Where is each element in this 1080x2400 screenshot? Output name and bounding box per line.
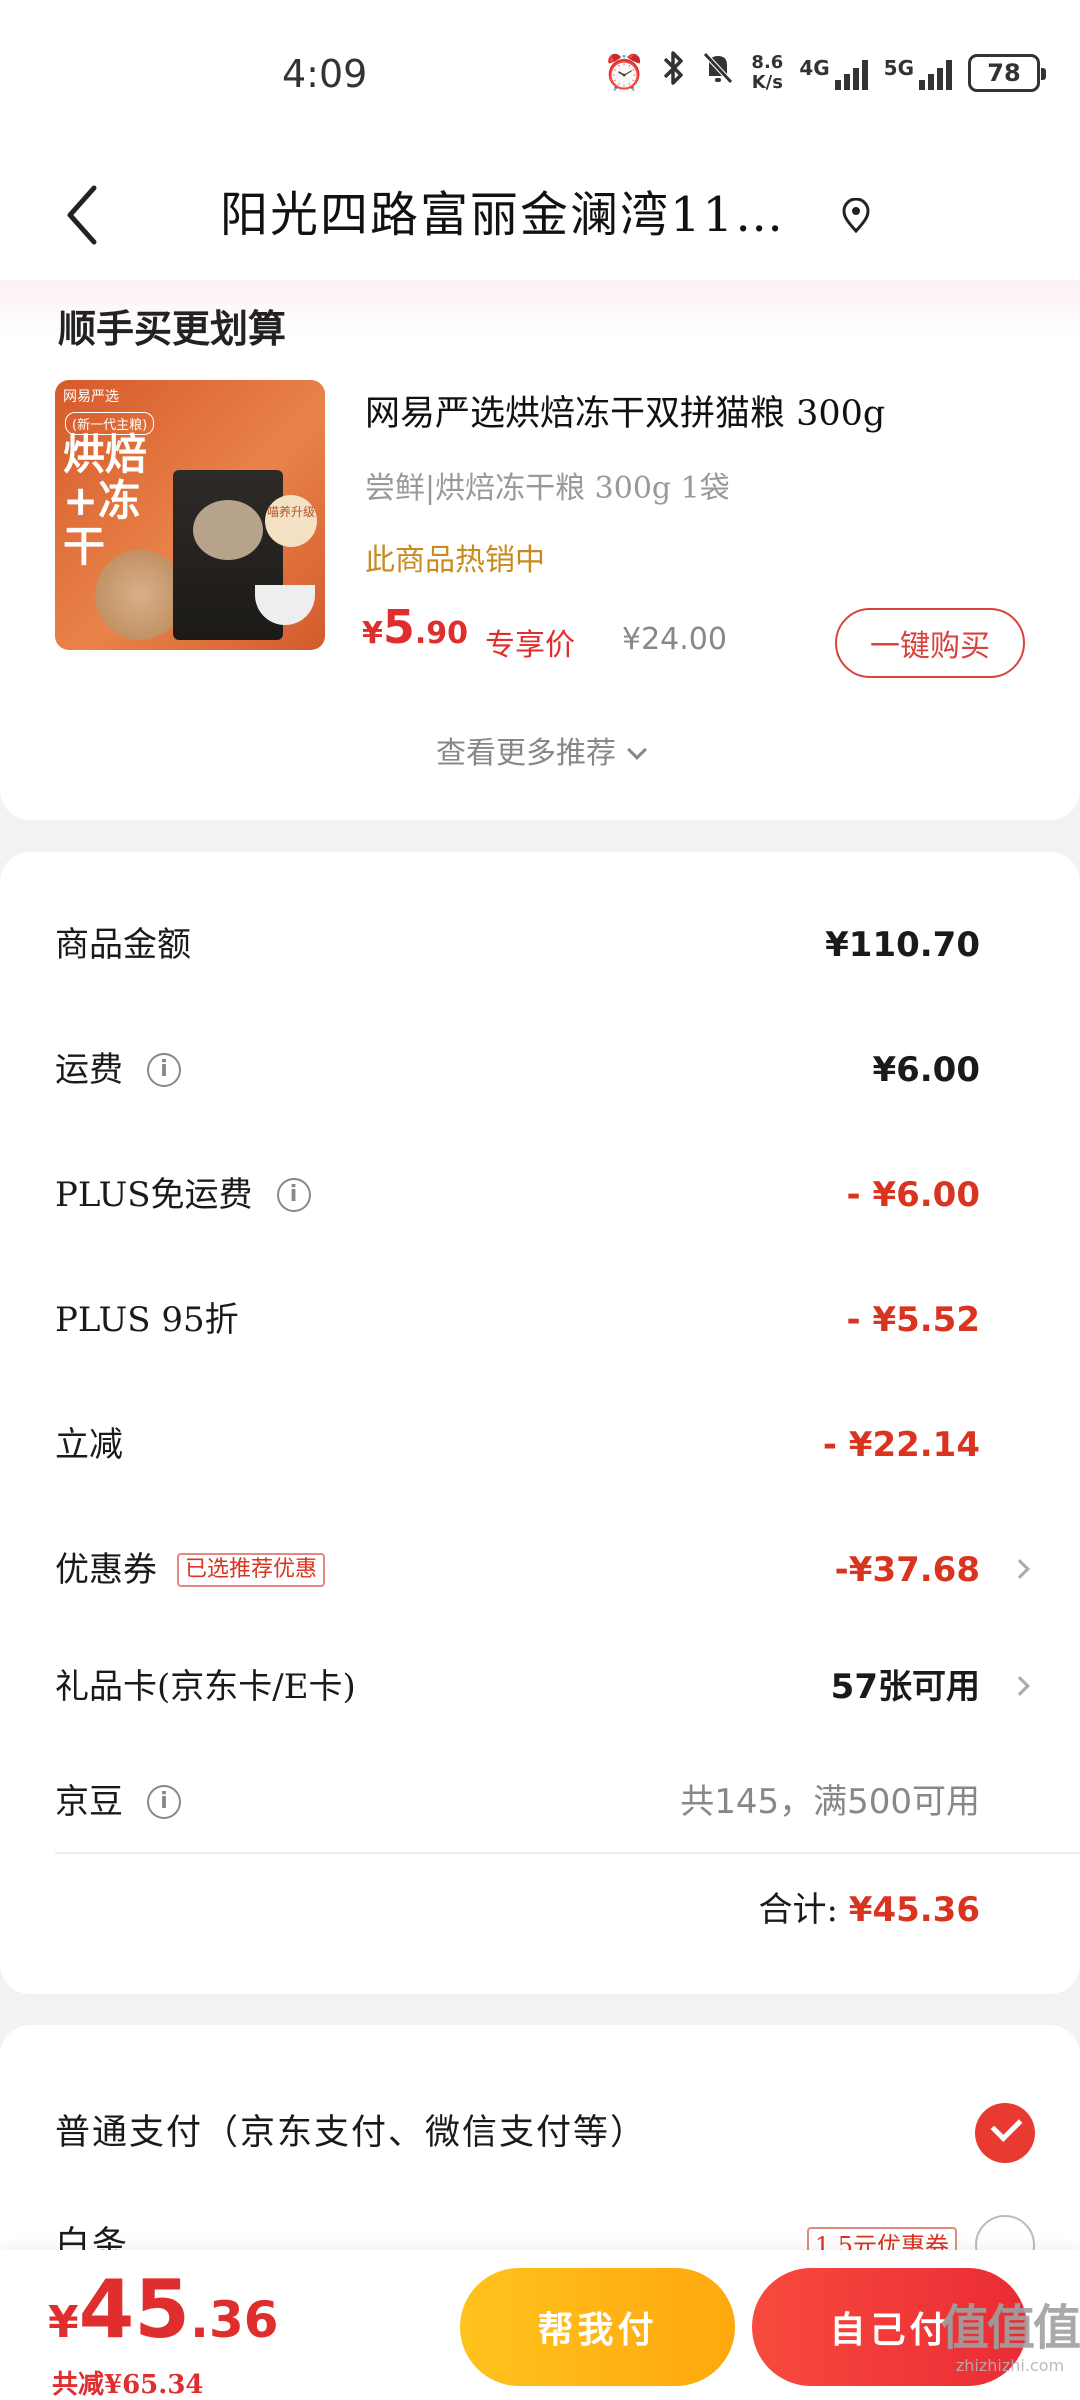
plus-shipping-value: - ¥6.00	[846, 1175, 981, 1215]
normal-pay-label: 普通支付（京东支付、微信支付等）	[55, 2113, 648, 2153]
total-value: ¥45.36	[848, 1890, 980, 1930]
gift-card-value: 57张可用	[830, 1667, 980, 1707]
location-pin-icon[interactable]	[838, 198, 874, 234]
summary-divider	[55, 1852, 1080, 1854]
recommend-title: 顺手买更划算	[58, 307, 287, 351]
signal-4g-icon: 4G	[799, 55, 868, 90]
product-hot-label: 此商品热销中	[365, 543, 545, 578]
price-summary-card: 商品金额 ¥110.70 运费 i ¥6.00 PLUS免运费 i - ¥6.00 …	[0, 852, 1080, 1994]
checked-icon[interactable]	[975, 2103, 1035, 2163]
jingdou-label: 京豆	[55, 1782, 123, 1822]
product-original-price: ¥24.00	[622, 622, 727, 657]
more-recommend-label: 查看更多推荐	[436, 736, 616, 771]
jingdou-row: 京豆 i 共145，满500可用	[55, 1772, 1035, 1832]
coupon-row[interactable]: 优惠券 已选推荐优惠 -¥37.68	[55, 1540, 1035, 1600]
watermark: 值值值 zhizhizhi.com	[940, 2300, 1080, 2375]
chevron-right-icon	[1010, 1676, 1030, 1696]
battery-icon: 78	[968, 53, 1046, 92]
instant-discount-row: 立减 - ¥22.14	[55, 1415, 1035, 1475]
info-icon[interactable]: i	[147, 1785, 181, 1819]
product-image-tag: 喵养升级	[265, 495, 317, 547]
product-price-symbol: ¥	[362, 616, 383, 651]
alarm-icon: ⏰	[603, 52, 646, 93]
plus-shipping-row: PLUS免运费 i - ¥6.00	[55, 1165, 1035, 1225]
address-title[interactable]: 阳光四路富丽金澜湾11…	[220, 180, 800, 250]
plus-discount-value: - ¥5.52	[846, 1300, 981, 1340]
net-speed-value: 8.6	[751, 51, 784, 73]
product-price-dec: .90	[414, 616, 469, 651]
status-time: 4:09	[282, 52, 368, 96]
instant-discount-value: - ¥22.14	[822, 1425, 980, 1465]
product-price: ¥5.90	[362, 600, 468, 654]
items-amount-value: ¥110.70	[825, 925, 980, 965]
mute-icon	[701, 50, 735, 95]
recommend-card: 顺手买更划算 网易严选 (新一代主粮) 烘焙+冻干 喵养升级 网易严选烘焙冻干双…	[0, 280, 1080, 820]
bluetooth-icon	[661, 50, 685, 95]
bottom-bar: ¥45.36 共减¥65.34 帮我付 自己付	[0, 2250, 1080, 2400]
help-pay-button[interactable]: 帮我付	[460, 2268, 735, 2386]
instant-discount-label: 立减	[55, 1425, 123, 1465]
total-saved: 共减¥65.34	[52, 2370, 204, 2400]
net-speed: 8.6 K/s	[751, 51, 784, 93]
one-click-buy-button[interactable]: 一键购买	[835, 608, 1025, 678]
plus-discount-label: PLUS 95折	[55, 1300, 239, 1340]
product-name[interactable]: 网易严选烘焙冻干双拼猫粮 300g	[365, 385, 885, 436]
coupon-label: 优惠券	[55, 1550, 157, 1590]
total-label: 合计:	[758, 1890, 838, 1930]
plus-discount-row: PLUS 95折 - ¥5.52	[55, 1290, 1035, 1350]
signal-5g-label: 5G	[883, 55, 914, 80]
back-icon[interactable]	[58, 180, 108, 250]
chevron-right-icon	[1010, 1559, 1030, 1579]
signal-4g-label: 4G	[799, 55, 830, 80]
signal-5g-icon: 5G	[884, 56, 952, 90]
product-price-int: 5	[382, 600, 415, 654]
product-spec[interactable]: 尝鲜|烘焙冻干粮 300g 1袋	[365, 463, 730, 507]
total-row: 合计: ¥45.36	[759, 1880, 980, 1940]
shipping-label: 运费	[55, 1050, 123, 1090]
product-image-brand: 网易严选	[63, 389, 119, 405]
jingdou-value: 共145，满500可用	[680, 1782, 980, 1822]
chevron-down-icon	[627, 740, 647, 760]
product-image[interactable]: 网易严选 (新一代主粮) 烘焙+冻干 喵养升级	[55, 380, 325, 650]
final-price-symbol: ¥	[48, 2297, 79, 2348]
items-amount-row: 商品金额 ¥110.70	[55, 915, 1035, 975]
status-icons: ⏰ 8.6 K/s 4G 5G 78	[603, 50, 1046, 95]
shipping-value: ¥6.00	[872, 1050, 980, 1090]
plus-shipping-label: PLUS免运费	[55, 1175, 253, 1215]
product-image-headline: 烘焙+冻干	[63, 430, 148, 571]
more-recommend-link[interactable]: 查看更多推荐	[0, 728, 1080, 772]
info-icon[interactable]: i	[147, 1053, 181, 1087]
status-bar: 4:09 ⏰ 8.6 K/s 4G 5G 78	[0, 0, 1080, 150]
shipping-row: 运费 i ¥6.00	[55, 1040, 1035, 1100]
watermark-logo: 值值值	[940, 2300, 1080, 2356]
coupon-badge: 已选推荐优惠	[177, 1553, 326, 1587]
nav-bar: 阳光四路富丽金澜湾11…	[0, 150, 1080, 280]
items-amount-label: 商品金额	[55, 925, 191, 965]
gift-card-row[interactable]: 礼品卡(京东卡/E卡) 57张可用	[55, 1657, 1035, 1717]
normal-pay-option[interactable]: 普通支付（京东支付、微信支付等）	[55, 2093, 1035, 2173]
coupon-value: -¥37.68	[834, 1550, 980, 1590]
info-icon[interactable]: i	[276, 1178, 311, 1212]
final-price-int: 45	[78, 2263, 190, 2356]
cat-picture	[95, 550, 185, 640]
product-price-tag: 专享价	[485, 628, 575, 663]
final-price-dec: .36	[189, 2291, 279, 2349]
watermark-url: zhizhizhi.com	[955, 2356, 1065, 2375]
net-speed-unit: K/s	[751, 71, 783, 93]
final-price: ¥45.36	[48, 2260, 279, 2360]
gift-card-label: 礼品卡(京东卡/E卡)	[55, 1667, 356, 1707]
